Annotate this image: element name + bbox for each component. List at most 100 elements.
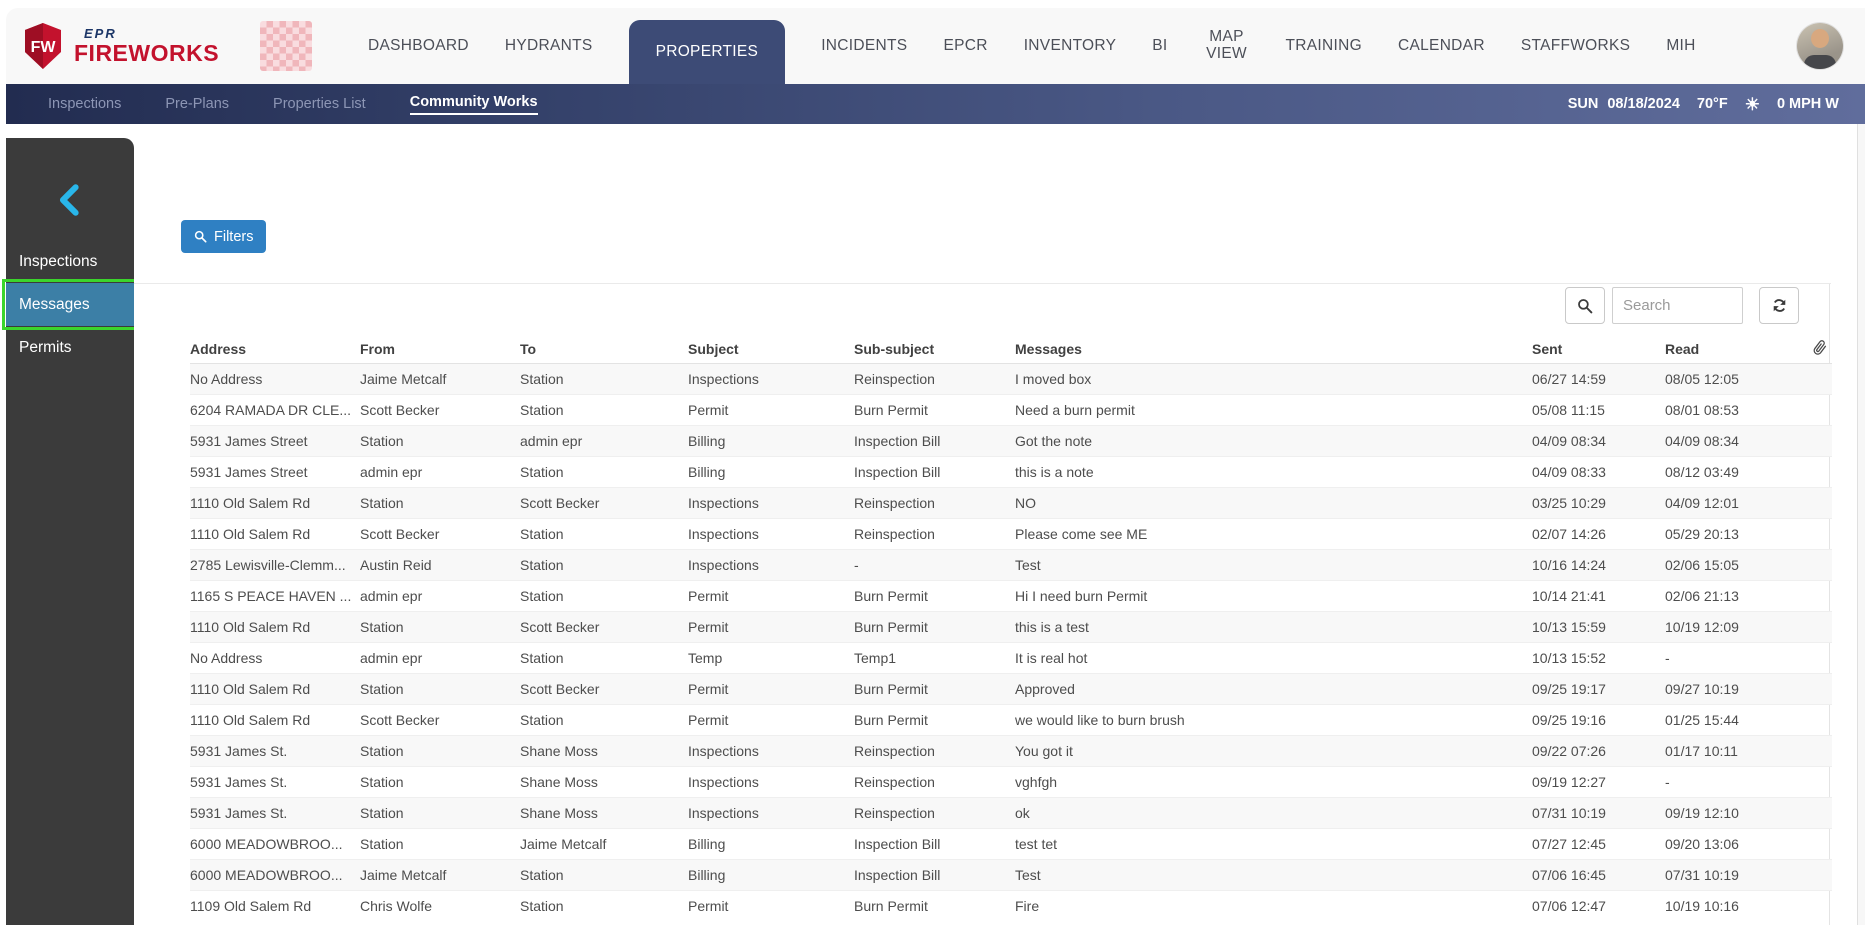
cell-address: 6000 MEADOWBROO... (190, 859, 360, 890)
cell-from: Station (360, 487, 520, 518)
cell-address: 5931 James St. (190, 766, 360, 797)
tab-staffworks[interactable]: STAFFWORKS (1521, 37, 1631, 55)
cell-message: Need a burn permit (1015, 394, 1532, 425)
tab-properties[interactable]: PROPERTIES (629, 20, 786, 84)
cell-to: Scott Becker (520, 673, 688, 704)
cell-read: 08/05 12:05 (1665, 363, 1800, 394)
cell-address: 2785 Lewisville-Clemm... (190, 549, 360, 580)
cell-read: 01/17 10:11 (1665, 735, 1800, 766)
cell-to: Station (520, 456, 688, 487)
tab-map-view[interactable]: MAP VIEW (1204, 29, 1250, 62)
search-input[interactable] (1612, 287, 1743, 324)
cell-address: 1165 S PEACE HAVEN ... (190, 580, 360, 611)
cell-attachment (1800, 456, 1832, 487)
refresh-button[interactable] (1759, 287, 1799, 324)
cell-address: 1110 Old Salem Rd (190, 704, 360, 735)
filters-label: Filters (214, 229, 253, 245)
cell-from: Station (360, 611, 520, 642)
tab-hydrants[interactable]: HYDRANTS (505, 37, 593, 55)
table-row[interactable]: 6204 RAMADA DR CLE... Scott Becker Stati… (190, 394, 1832, 425)
table-row[interactable]: 1110 Old Salem Rd Scott Becker Station P… (190, 704, 1832, 735)
filters-button[interactable]: Filters (181, 220, 266, 253)
user-avatar[interactable] (1797, 23, 1843, 69)
cell-subject: Billing (688, 425, 854, 456)
cell-from: Austin Reid (360, 549, 520, 580)
vertical-scrollbar[interactable] (1857, 124, 1865, 925)
subnav-item-properties-list[interactable]: Properties List (273, 96, 366, 112)
app-root: FW EPR FIREWORKS DASHBOARD HYDRANTS PROP… (0, 0, 1865, 925)
cell-subsubject: Reinspection (854, 766, 1015, 797)
tab-dashboard[interactable]: DASHBOARD (368, 37, 469, 55)
cell-sent: 04/09 08:33 (1532, 456, 1665, 487)
search-toggle-button[interactable] (1565, 287, 1605, 324)
cell-subsubject: Burn Permit (854, 704, 1015, 735)
table-row[interactable]: 6000 MEADOWBROO... Jaime Metcalf Station… (190, 859, 1832, 890)
table-row[interactable]: 5931 James Street admin epr Station Bill… (190, 456, 1832, 487)
tab-epcr[interactable]: EPCR (943, 37, 987, 55)
table-row[interactable]: 1110 Old Salem Rd Scott Becker Station I… (190, 518, 1832, 549)
weather-info: SUN 08/18/2024 70°F ☀ 0 MPH W (1568, 96, 1839, 113)
cell-sent: 03/25 10:29 (1532, 487, 1665, 518)
cell-sent: 09/22 07:26 (1532, 735, 1665, 766)
cell-sent: 10/13 15:59 (1532, 611, 1665, 642)
cell-to: admin epr (520, 425, 688, 456)
temperature-label: 70°F (1697, 96, 1728, 112)
search-controls (1565, 287, 1799, 324)
table-row[interactable]: 1110 Old Salem Rd Station Scott Becker P… (190, 611, 1832, 642)
table-row[interactable]: 1165 S PEACE HAVEN ... admin epr Station… (190, 580, 1832, 611)
column-header-to[interactable]: To (520, 335, 688, 363)
table-row[interactable]: 1109 Old Salem Rd Chris Wolfe Station Pe… (190, 890, 1832, 921)
cell-message: we would like to burn brush (1015, 704, 1532, 735)
column-header-read[interactable]: Read (1665, 335, 1800, 363)
epr-fireworks-logo[interactable]: FW EPR FIREWORKS (22, 22, 248, 70)
column-header-address[interactable]: Address (190, 335, 360, 363)
table-row[interactable]: 5931 James St. Station Shane Moss Inspec… (190, 766, 1832, 797)
table-row[interactable]: 1110 Old Salem Rd Station Scott Becker I… (190, 487, 1832, 518)
cell-subject: Inspections (688, 735, 854, 766)
cell-sent: 10/13 15:52 (1532, 642, 1665, 673)
cell-address: 1110 Old Salem Rd (190, 611, 360, 642)
table-row[interactable]: 5931 James St. Station Shane Moss Inspec… (190, 797, 1832, 828)
cell-read: 04/09 12:01 (1665, 487, 1800, 518)
collapse-sidebar-icon[interactable] (53, 183, 87, 217)
table-row[interactable]: 1110 Old Salem Rd Station Scott Becker P… (190, 673, 1832, 704)
column-header-subsubject[interactable]: Sub-subject (854, 335, 1015, 363)
tab-calendar[interactable]: CALENDAR (1398, 37, 1485, 55)
sidebar-item-permits[interactable]: Permits (6, 326, 134, 369)
tab-training[interactable]: TRAINING (1286, 37, 1362, 55)
table-row[interactable]: 5931 James Street Station admin epr Bill… (190, 425, 1832, 456)
table-row[interactable]: 2785 Lewisville-Clemm... Austin Reid Sta… (190, 549, 1832, 580)
logo-epr: EPR (74, 27, 219, 40)
column-header-sent[interactable]: Sent (1532, 335, 1665, 363)
sidebar-item-inspections[interactable]: Inspections (6, 240, 134, 283)
cell-read: 10/19 10:16 (1665, 890, 1800, 921)
tab-mih[interactable]: MIH (1666, 37, 1695, 55)
column-header-subject[interactable]: Subject (688, 335, 854, 363)
tab-inventory[interactable]: INVENTORY (1024, 37, 1117, 55)
table-row[interactable]: No Address admin epr Station Temp Temp1 … (190, 642, 1832, 673)
cell-subject: Inspections (688, 518, 854, 549)
column-header-from[interactable]: From (360, 335, 520, 363)
cell-subject: Permit (688, 704, 854, 735)
subnav-item-community-works[interactable]: Community Works (410, 94, 538, 115)
table-row[interactable]: 6000 MEADOWBROO... Station Jaime Metcalf… (190, 828, 1832, 859)
subnav-item-pre-plans[interactable]: Pre-Plans (165, 96, 229, 112)
cell-subsubject: Burn Permit (854, 580, 1015, 611)
cell-to: Station (520, 890, 688, 921)
tab-bi[interactable]: BI (1152, 37, 1167, 55)
subnav-item-inspections[interactable]: Inspections (48, 96, 121, 112)
table-row[interactable]: 5931 James St. Station Shane Moss Inspec… (190, 735, 1832, 766)
cell-address: 1110 Old Salem Rd (190, 487, 360, 518)
table-row[interactable]: No Address Jaime Metcalf Station Inspect… (190, 363, 1832, 394)
sidebar-item-messages[interactable]: Messages (6, 283, 134, 326)
cell-read: 09/27 10:19 (1665, 673, 1800, 704)
tab-incidents[interactable]: INCIDENTS (821, 37, 907, 55)
column-header-messages[interactable]: Messages (1015, 335, 1532, 363)
cell-subject: Billing (688, 828, 854, 859)
cell-subsubject: Temp1 (854, 642, 1015, 673)
cell-from: Station (360, 425, 520, 456)
column-header-attachment[interactable] (1800, 335, 1832, 363)
cell-address: 1110 Old Salem Rd (190, 673, 360, 704)
cell-subsubject: Burn Permit (854, 394, 1015, 425)
cell-subsubject: Reinspection (854, 363, 1015, 394)
